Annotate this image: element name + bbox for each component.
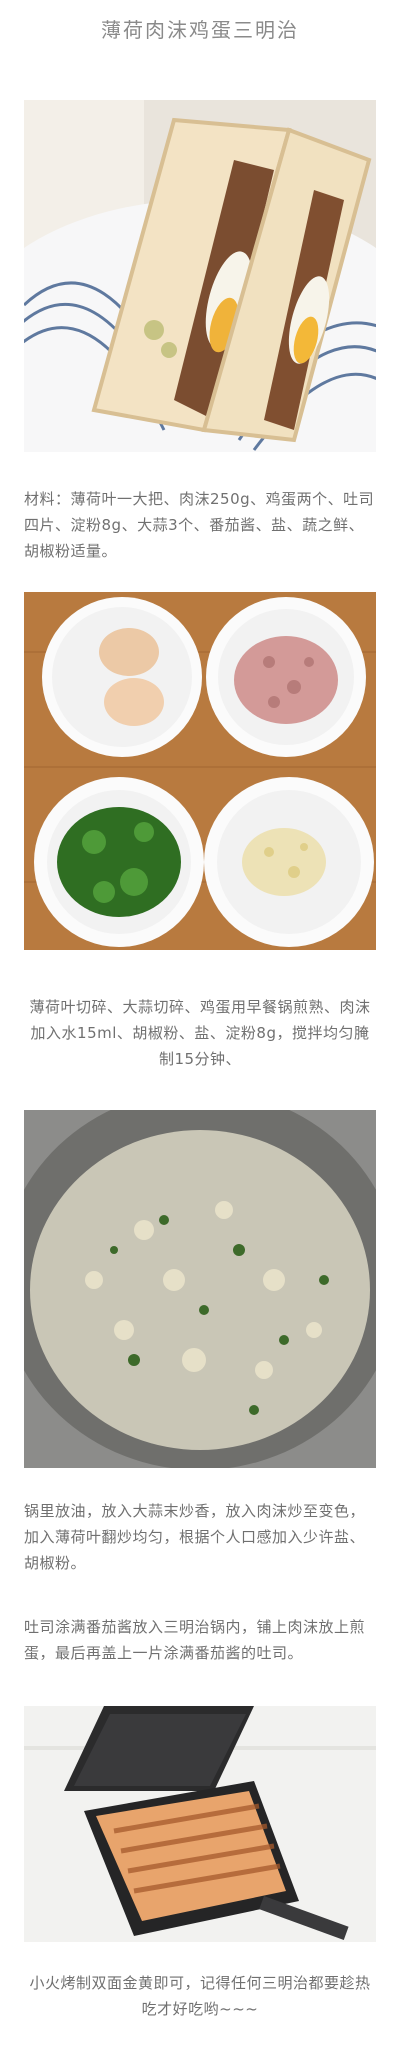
prep-text: 薄荷叶切碎、大蒜切碎、鸡蛋用早餐锅煎熟、肉沫加入水15ml、胡椒粉、盐、淀粉8g… — [29, 998, 371, 1068]
sandwich-photo — [24, 100, 376, 452]
ingredients-text: 材料：薄荷叶一大把、肉沫250g、鸡蛋两个、吐司四片、淀粉8g、大蒜3个、番茄酱… — [24, 490, 375, 560]
assemble-text: 吐司涂满番茄酱放入三明治锅内，铺上肉沫放上煎蛋，最后再盖上一片涂满番茄酱的吐司。 — [24, 1618, 366, 1662]
stirfry-photo — [24, 1110, 376, 1468]
ingredients-photo — [24, 592, 376, 950]
sandwich-pan-photo — [24, 1706, 376, 1942]
stirfry-text: 锅里放油，放入大蒜末炒香，放入肉沫炒至变色，加入薄荷叶翻炒均匀，根据个人口感加入… — [24, 1502, 366, 1572]
page-title: 薄荷肉沫鸡蛋三明治 — [101, 18, 299, 42]
final-text: 小火烤制双面金黄即可，记得任何三明治都要趁热吃才好吃哟~~~ — [29, 1974, 371, 2018]
